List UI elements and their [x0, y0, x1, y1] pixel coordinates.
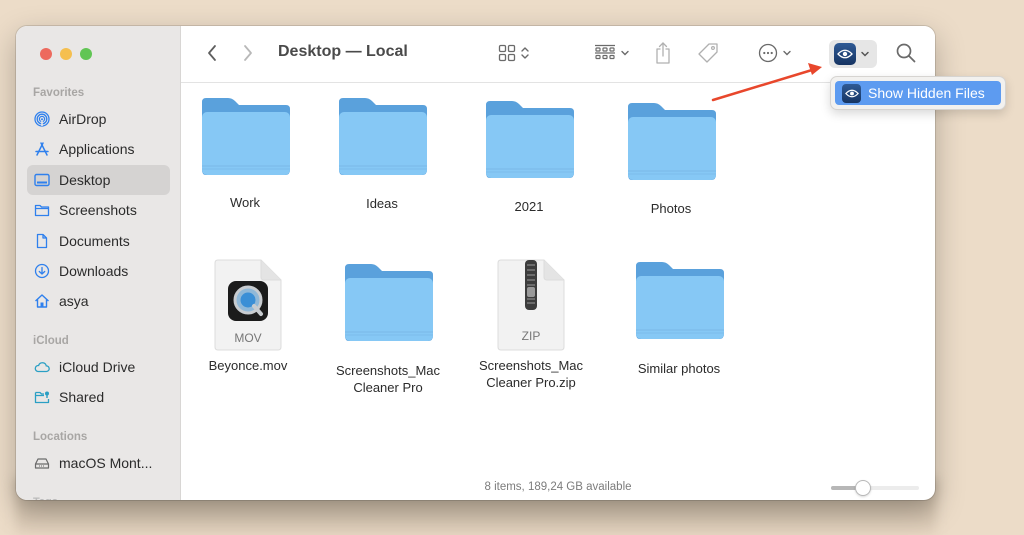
hidden-files-toggle-button[interactable] [829, 40, 877, 68]
sidebar-item-label: AirDrop [59, 111, 107, 127]
folder-icon [198, 98, 292, 178]
chevron-down-icon [861, 51, 869, 57]
airdrop-icon [34, 111, 50, 127]
desktop-icon [34, 172, 50, 188]
download-icon [34, 263, 50, 279]
window-title: Desktop — Local [278, 43, 408, 60]
search-icon [896, 43, 916, 63]
menu-item-label: Show Hidden Files [868, 85, 985, 101]
forward-button[interactable] [238, 42, 258, 64]
sidebar-section-locations: Locations [33, 431, 88, 443]
cloud-icon [34, 359, 50, 375]
sidebar-item-macos-disk[interactable]: macOS Mont... [27, 448, 170, 478]
sidebar-section-favorites: Favorites [33, 87, 85, 99]
chevron-down-icon [621, 50, 629, 56]
file-name: Beyonce.mov [208, 358, 288, 373]
share-icon [656, 42, 670, 64]
file-grid: Work Ideas 2021 Photos MOV Beyonce.mov S… [181, 84, 935, 500]
file-name: Screenshots_Mac Cleaner Pro [335, 363, 441, 395]
finder-window: Favorites AirDrop Applications Desktop S… [16, 26, 935, 500]
more-icon [758, 43, 778, 63]
back-chevron-icon [208, 45, 216, 61]
file-item-folder[interactable]: 2021 [464, 101, 594, 215]
disk-icon [34, 455, 50, 471]
up-down-chevron-icon [521, 47, 529, 59]
sidebar-item-label: macOS Mont... [59, 455, 153, 471]
file-item-folder[interactable]: Work [180, 98, 310, 211]
file-name: Similar photos [637, 361, 721, 376]
sidebar-item-airdrop[interactable]: AirDrop [27, 104, 170, 134]
search-button[interactable] [894, 41, 918, 65]
window-controls [40, 48, 92, 60]
sidebar-item-label: Screenshots [59, 202, 137, 218]
show-hidden-files-menu-item[interactable]: Show Hidden Files [835, 81, 1001, 105]
applications-icon [34, 141, 50, 157]
sidebar-item-downloads[interactable]: Downloads [27, 256, 170, 286]
file-item-archive[interactable]: ZIP Screenshots_Mac Cleaner Pro.zip [466, 259, 596, 391]
hidden-files-menu: Show Hidden Files [830, 76, 1006, 110]
toolbar: Desktop — Local [181, 26, 935, 83]
file-name: 2021 [514, 199, 544, 214]
sidebar-section-icloud: iCloud [33, 335, 69, 347]
file-item-video[interactable]: MOV Beyonce.mov [183, 259, 313, 374]
sidebar-item-home[interactable]: asya [27, 286, 170, 316]
forward-chevron-icon [244, 45, 252, 61]
file-name: Screenshots_Mac Cleaner Pro.zip [478, 358, 584, 390]
shared-folder-icon [34, 389, 50, 405]
folder-icon [624, 103, 718, 183]
eye-icon [834, 43, 856, 65]
close-button[interactable] [40, 48, 52, 60]
sidebar-item-documents[interactable]: Documents [27, 226, 170, 256]
zoom-button[interactable] [80, 48, 92, 60]
sidebar-item-label: Downloads [59, 263, 129, 279]
sidebar: Favorites AirDrop Applications Desktop S… [16, 26, 181, 500]
folder-icon [34, 202, 50, 218]
chevron-down-icon [783, 50, 791, 56]
sidebar-item-label: Applications [59, 141, 135, 157]
tag-button[interactable] [697, 40, 719, 66]
svg-text:MOV: MOV [234, 331, 261, 345]
sidebar-item-label: iCloud Drive [59, 359, 136, 375]
sidebar-item-screenshots[interactable]: Screenshots [27, 195, 170, 225]
sidebar-item-applications[interactable]: Applications [27, 134, 170, 164]
sidebar-item-label: Documents [59, 233, 130, 249]
zip-archive-icon: ZIP [496, 259, 566, 351]
minimize-button[interactable] [60, 48, 72, 60]
file-name: Ideas [366, 196, 398, 211]
folder-icon [632, 262, 726, 342]
group-button[interactable] [594, 40, 630, 66]
tag-icon [698, 43, 718, 63]
file-name: Photos [650, 201, 692, 216]
share-button[interactable] [654, 40, 672, 66]
sidebar-section-tags: Tags [33, 496, 58, 500]
sidebar-item-label: Desktop [59, 172, 111, 188]
folder-icon [335, 98, 429, 178]
slider-knob[interactable] [854, 480, 871, 496]
sidebar-item-icloud-drive[interactable]: iCloud Drive [27, 352, 170, 382]
status-bar-text: 8 items, 189,24 GB available [484, 481, 632, 493]
file-item-folder[interactable]: Similar photos [614, 262, 744, 377]
quicktime-movie-icon: MOV [213, 259, 283, 351]
eye-icon [842, 83, 861, 103]
home-icon [34, 293, 50, 309]
sidebar-item-desktop[interactable]: Desktop [27, 165, 170, 195]
sidebar-item-label: Shared [59, 389, 105, 405]
group-icon [595, 44, 615, 60]
document-icon [34, 233, 50, 249]
file-item-folder[interactable]: Photos [606, 103, 736, 217]
sidebar-item-label: asya [59, 293, 89, 309]
icon-size-slider[interactable] [831, 480, 919, 496]
file-item-folder[interactable]: Ideas [317, 98, 447, 212]
back-button[interactable] [202, 42, 222, 64]
file-name: Work [229, 195, 261, 210]
more-actions-button[interactable] [758, 40, 792, 66]
icon-grid-icon [498, 44, 516, 62]
view-mode-button[interactable] [498, 40, 530, 66]
folder-icon [482, 101, 576, 181]
folder-icon [341, 264, 435, 344]
svg-text:ZIP: ZIP [522, 329, 541, 343]
file-item-folder[interactable]: Screenshots_Mac Cleaner Pro [323, 264, 453, 396]
sidebar-item-shared[interactable]: Shared [27, 382, 170, 412]
